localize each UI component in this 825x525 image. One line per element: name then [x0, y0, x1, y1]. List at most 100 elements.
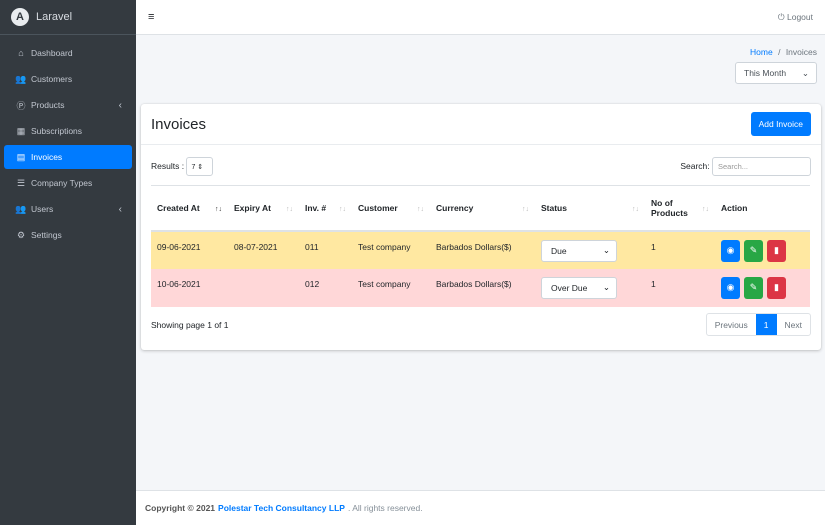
sidebar-item-customers[interactable]: 👥 Customers: [4, 67, 132, 91]
results-per-page-select[interactable]: 7 ⇕: [186, 157, 214, 176]
sidebar-item-label: Subscriptions: [31, 126, 83, 136]
view-button[interactable]: ◉: [721, 239, 740, 262]
cell-status: Due ⌄: [535, 230, 645, 269]
company-link[interactable]: Polestar Tech Consultancy LLP: [218, 503, 345, 513]
sidebar-item-label: Settings: [31, 230, 62, 240]
sidebar-item-company-types[interactable]: ☰ Company Types: [4, 171, 132, 195]
page-title: Invoices: [151, 115, 207, 133]
cell-action: ◉ ✎ ▮: [715, 230, 810, 269]
cell-inv-number: 012: [299, 268, 352, 307]
column-currency[interactable]: Currency ↑↓: [430, 185, 535, 232]
next-page-button[interactable]: Next: [777, 314, 810, 335]
chevron-left-icon: ‹: [118, 203, 122, 215]
period-select[interactable]: This Month ⌄: [735, 62, 817, 84]
hamburger-menu-icon[interactable]: ≡: [148, 11, 154, 23]
sidebar-item-settings[interactable]: ⚙ Settings: [4, 223, 132, 247]
sidebar-item-dashboard[interactable]: ⌂ Dashboard: [4, 41, 132, 65]
brand-link[interactable]: A Laravel: [0, 0, 136, 35]
invoices-table: Created At ↑↓ Expiry At ↑↓ Inv. # ↑↓ Custom…: [151, 185, 810, 307]
column-expiry-at[interactable]: Expiry At ↑↓: [228, 185, 299, 232]
laravel-logo-icon: A: [11, 8, 29, 26]
product-icon: Ⓟ: [16, 100, 26, 111]
previous-page-button[interactable]: Previous: [707, 314, 756, 335]
edit-button[interactable]: ✎: [744, 276, 763, 299]
sidebar: A Laravel ⌂ Dashboard 👥 Customers Ⓟ Product…: [0, 0, 136, 525]
cell-currency: Barbados Dollars($): [430, 230, 535, 269]
cell-created-at: 10-06-2021: [151, 268, 228, 307]
results-value: 7: [191, 164, 196, 171]
column-customer[interactable]: Customer ↑↓: [352, 185, 430, 232]
results-label: Results :: [151, 160, 185, 171]
sidebar-item-subscriptions[interactable]: ▦ Subscriptions: [4, 119, 132, 143]
cell-action: ◉ ✎ ▮: [715, 268, 810, 307]
logout-link[interactable]: ⏻ Logout: [778, 12, 813, 23]
column-no-of-products[interactable]: No of Products ↑↓: [645, 185, 715, 232]
sidebar-item-label: Dashboard: [31, 48, 73, 58]
cell-expiry-at: [228, 268, 299, 307]
view-button[interactable]: ◉: [721, 276, 740, 299]
cell-customer: Test company: [352, 230, 430, 269]
copyright-text: Copyright © 2021: [145, 503, 216, 513]
users-cog-icon: 👥: [15, 203, 27, 214]
logout-label: Logout: [787, 11, 813, 22]
list-icon: ☰: [16, 177, 26, 188]
cogs-icon: ⚙: [16, 229, 26, 240]
status-select[interactable]: Due ⌄: [541, 239, 617, 262]
sidebar-item-users[interactable]: 👥 Users ‹: [4, 197, 132, 221]
table-row: 09-06-2021 08-07-2021 011 Test company B…: [151, 230, 810, 269]
sort-icon: ↑↓: [702, 206, 709, 213]
chevron-left-icon: ‹: [118, 99, 122, 111]
eye-icon: ◉: [726, 245, 735, 255]
breadcrumb-separator: /: [778, 47, 781, 57]
status-select[interactable]: Over Due ⌄: [541, 276, 617, 299]
eye-icon: ◉: [726, 282, 735, 292]
sort-icon: ↑↓: [339, 206, 346, 213]
status-value: Due: [551, 245, 567, 256]
column-created-at[interactable]: Created At ↑↓: [151, 185, 228, 232]
column-label: Expiry At: [234, 202, 272, 213]
file-icon: ▤: [16, 151, 26, 162]
sort-icon: ↑↓: [417, 206, 424, 213]
footer: Copyright © 2021 Polestar Tech Consultan…: [136, 490, 825, 525]
chevron-down-icon: ⌄: [602, 282, 610, 292]
sort-icon: ↑↓: [632, 206, 639, 213]
page-1-button[interactable]: 1: [755, 314, 777, 335]
table-row: 10-06-2021 012 Test company Barbados Dol…: [151, 268, 810, 307]
calendar-icon: ▦: [16, 125, 26, 136]
breadcrumb-home[interactable]: Home: [750, 47, 773, 57]
breadcrumb: Home / Invoices: [750, 47, 817, 57]
column-label: Currency: [436, 202, 474, 213]
column-label: Status: [541, 202, 567, 213]
column-status[interactable]: Status ↑↓: [535, 185, 645, 232]
sidebar-item-products[interactable]: Ⓟ Products ‹: [4, 93, 132, 117]
trash-icon: ▮: [774, 282, 779, 292]
cell-created-at: 09-06-2021: [151, 230, 228, 269]
chevron-down-icon: ⌄: [602, 245, 610, 255]
sidebar-item-label: Users: [31, 204, 54, 214]
column-inv-number[interactable]: Inv. # ↑↓: [299, 185, 352, 232]
search-input[interactable]: Search...: [712, 157, 811, 176]
sidebar-item-label: Company Types: [31, 178, 93, 188]
sidebar-item-label: Customers: [31, 74, 73, 84]
sidebar-item-label: Products: [31, 100, 65, 110]
cell-customer: Test company: [352, 268, 430, 307]
pagination: Previous 1 Next: [705, 313, 811, 336]
period-value: This Month: [744, 68, 787, 78]
top-navbar: ≡ ⏻ Logout: [136, 0, 825, 35]
delete-button[interactable]: ▮: [767, 276, 786, 299]
add-invoice-button[interactable]: Add Invoice: [750, 112, 811, 136]
edit-button[interactable]: ✎: [744, 239, 763, 262]
sort-asc-icon: ↑↓: [215, 206, 222, 213]
column-label: No of Products: [651, 197, 688, 218]
delete-button[interactable]: ▮: [767, 239, 786, 262]
chevron-down-icon: ⌄: [801, 67, 809, 78]
column-action: Action: [715, 185, 810, 232]
sidebar-item-label: Invoices: [31, 152, 63, 162]
cell-currency: Barbados Dollars($): [430, 268, 535, 307]
cell-status: Over Due ⌄: [535, 268, 645, 307]
home-icon: ⌂: [18, 48, 24, 58]
rights-text: . All rights reserved.: [347, 503, 423, 513]
cell-expiry-at: 08-07-2021: [228, 230, 299, 269]
sidebar-item-invoices[interactable]: ▤ Invoices: [4, 145, 132, 169]
column-label: Action: [721, 202, 748, 213]
